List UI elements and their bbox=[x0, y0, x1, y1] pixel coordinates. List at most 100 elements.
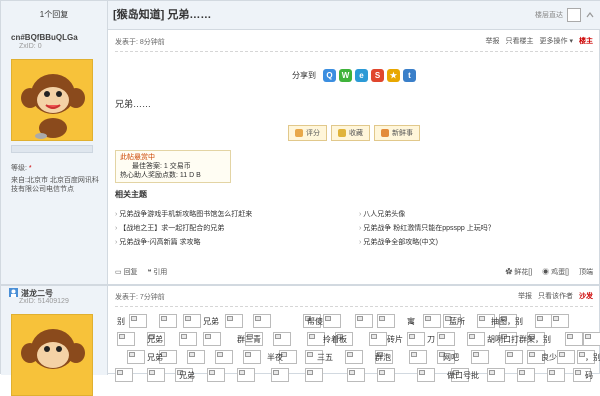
top-link[interactable]: 顶端 bbox=[579, 267, 593, 277]
flower-button[interactable]: ✿ 鲜花[] bbox=[505, 267, 532, 277]
post-text-fragment: 蓝所 bbox=[449, 317, 465, 326]
floor-jump-input[interactable] bbox=[567, 8, 581, 22]
avatar-monkey-2[interactable] bbox=[11, 314, 93, 396]
avatar-monkey-1[interactable] bbox=[11, 59, 93, 141]
star-icon[interactable]: ★ bbox=[387, 69, 400, 82]
post-2: 发表于: 7分钟前 举报 只看该作者 沙发 别兄弟 帮傻寓蓝所 抽图，别 兄弟 群三青拎… bbox=[107, 286, 600, 382]
quote-button[interactable]: ❝ 引用 bbox=[148, 267, 168, 277]
post-text-fragment: 做口号批 bbox=[447, 371, 479, 380]
floor-label: 楼主 bbox=[579, 38, 593, 45]
floor-label: 沙发 bbox=[579, 293, 593, 300]
broken-image-icon bbox=[305, 368, 323, 382]
divider bbox=[115, 306, 593, 307]
broken-image-icon bbox=[423, 314, 441, 328]
broken-image-icon bbox=[129, 314, 147, 328]
thread-title: [猴岛知道] 兄弟…… bbox=[113, 9, 212, 21]
level-progress-bar bbox=[11, 145, 93, 153]
post-text-fragment: 刀 bbox=[427, 335, 435, 344]
post-actions-1: 举报 只看楼主 更多操作 ▾ 楼主 bbox=[486, 36, 593, 46]
post-text-fragment: 良少 bbox=[541, 353, 557, 362]
reply-button[interactable]: ▭ 回复 bbox=[115, 267, 138, 277]
thumb-icon bbox=[295, 129, 303, 137]
broken-image-icon bbox=[243, 350, 261, 364]
broken-image-icon bbox=[273, 332, 291, 346]
rate-button[interactable]: 评分 bbox=[288, 125, 327, 141]
related-link[interactable]: 兄弟战争 粉红激情只能在ppsspp 上玩吗？ bbox=[359, 223, 494, 233]
star-icon bbox=[338, 129, 346, 137]
weibo-icon[interactable]: S bbox=[371, 69, 384, 82]
divider bbox=[115, 51, 593, 52]
broken-image-icon bbox=[355, 314, 373, 328]
post-text-fragment: 兄弟 bbox=[179, 371, 195, 380]
wechat-icon[interactable]: W bbox=[339, 69, 352, 82]
broken-image-icon bbox=[215, 350, 233, 364]
related-link[interactable]: 八人兄弟头像 bbox=[359, 209, 405, 219]
broken-image-icon bbox=[179, 332, 197, 346]
post-text-fragment: 寓 bbox=[407, 317, 415, 326]
broken-image-icon bbox=[147, 368, 165, 382]
broken-image-icon bbox=[117, 332, 135, 346]
broken-image-icon bbox=[487, 368, 505, 382]
broken-image-icon bbox=[159, 314, 177, 328]
post-text-fragment: 帮傻 bbox=[307, 317, 323, 326]
post-time-2: 发表于: 7分钟前 bbox=[115, 294, 165, 301]
broken-image-icon bbox=[377, 314, 395, 328]
broken-image-icon bbox=[547, 368, 565, 382]
news-button[interactable]: 新鲜事 bbox=[374, 125, 420, 141]
post-text-fragment: 砖片 bbox=[387, 335, 403, 344]
favorite-button[interactable]: 收藏 bbox=[331, 125, 370, 141]
broken-image-icon bbox=[409, 350, 427, 364]
post-actions-2: 举报 只看该作者 沙发 bbox=[518, 291, 593, 301]
broken-image-icon bbox=[551, 314, 569, 328]
broken-image-icon bbox=[517, 368, 535, 382]
user-id-1: ZxID: 0 bbox=[19, 43, 42, 50]
post-text-fragment: ，别 bbox=[585, 353, 600, 362]
broken-image-icon bbox=[115, 368, 133, 382]
broken-image-icon bbox=[369, 332, 387, 346]
collapse-icon[interactable] bbox=[585, 10, 595, 20]
tencent-weibo-icon[interactable]: t bbox=[403, 69, 416, 82]
broken-image-icon bbox=[437, 332, 455, 346]
broken-image-icon bbox=[565, 332, 583, 346]
user-column: cn#BQfBBuQLGa ZxID: 0 等级: * 来自:北京市 北京百度网… bbox=[1, 29, 108, 396]
post-text-fragment: 抽图，别 bbox=[491, 317, 523, 326]
related-link[interactable]: 兄弟战争全部攻略(中文) bbox=[359, 237, 438, 247]
share-label: 分享到 bbox=[292, 71, 316, 80]
report-link[interactable]: 举报 bbox=[486, 36, 500, 46]
qzone-icon[interactable]: e bbox=[355, 69, 368, 82]
floor-jump-label[interactable]: 楼层直达 bbox=[535, 10, 563, 20]
related-title: 相关主题 bbox=[115, 190, 147, 199]
thread-page: 1个回复 [猴岛知道] 兄弟…… 楼层直达 cn#BQfBBuQLGa ZxID… bbox=[0, 0, 600, 396]
username-1[interactable]: cn#BQfBBuQLGa bbox=[11, 33, 78, 42]
broken-image-icon bbox=[183, 314, 201, 328]
post-text-fragment: 群泡 bbox=[375, 353, 391, 362]
only-author-link[interactable]: 只看该作者 bbox=[538, 291, 573, 301]
broken-image-icon bbox=[377, 368, 395, 382]
reply-count: 1个回复 bbox=[1, 1, 108, 29]
post-body-1: 兄弟…… bbox=[115, 99, 152, 109]
user-id-2: ZxID: 51409129 bbox=[19, 298, 69, 305]
broken-image-icon bbox=[203, 332, 221, 346]
post-time-1: 发表于: 8分钟前 bbox=[115, 39, 165, 46]
broken-image-icon bbox=[345, 350, 363, 364]
more-actions-menu[interactable]: 更多操作 ▾ bbox=[540, 36, 573, 46]
broken-image-icon bbox=[323, 314, 341, 328]
post-text-fragment: 网吧 bbox=[443, 353, 459, 362]
user-badge-icon bbox=[9, 288, 18, 297]
post-text-fragment: 三五 bbox=[317, 353, 333, 362]
related-link[interactable]: 兄弟战争游戏手机新攻略图书馆怎么打赶来 bbox=[115, 209, 252, 219]
related-link[interactable]: 兄弟战争-闪高新篇 求攻略 bbox=[115, 237, 200, 247]
related-link[interactable]: 【战地之王】求一起打配合的兄弟 bbox=[115, 223, 224, 233]
broken-image-icon bbox=[187, 350, 205, 364]
broken-image-icon bbox=[253, 314, 271, 328]
only-author-link[interactable]: 只看楼主 bbox=[506, 36, 534, 46]
post-text-fragment: 群三青 bbox=[237, 335, 261, 344]
qq-icon[interactable]: Q bbox=[323, 69, 336, 82]
broken-image-icon bbox=[347, 368, 365, 382]
egg-button[interactable]: ◉ 鸡蛋[] bbox=[542, 267, 569, 277]
broken-image-icon bbox=[505, 350, 523, 364]
monkey-avatar-icon bbox=[12, 315, 92, 395]
report-link[interactable]: 举报 bbox=[518, 291, 532, 301]
broken-image-icon bbox=[471, 350, 489, 364]
broken-image-icon bbox=[127, 350, 145, 364]
